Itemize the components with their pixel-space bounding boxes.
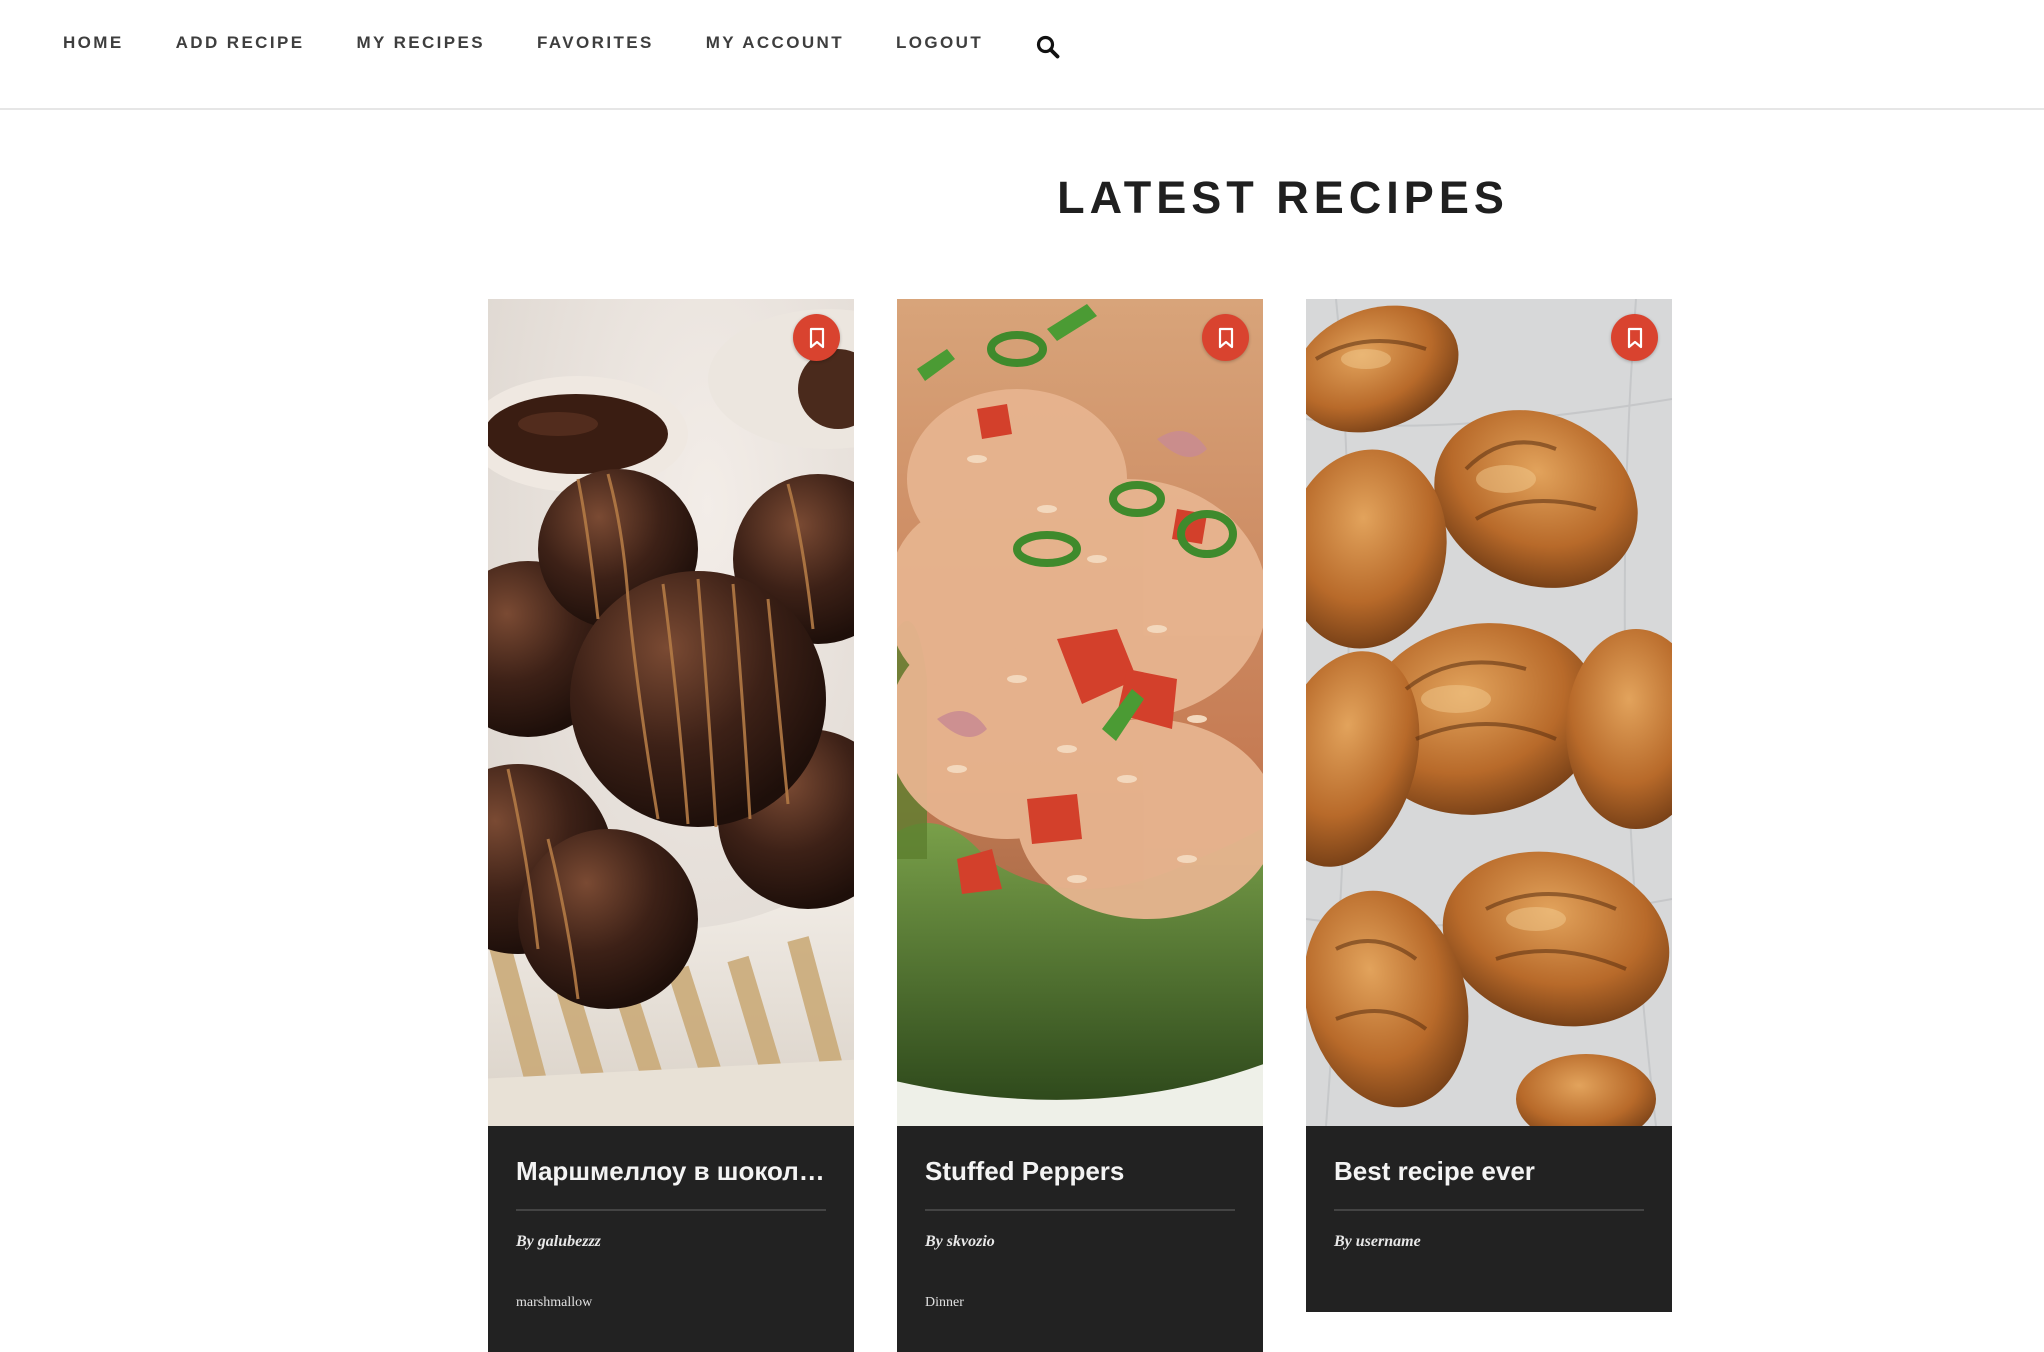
bookmark-button[interactable]: [1611, 314, 1658, 361]
nav-item-favorites[interactable]: FAVORITES: [537, 33, 654, 53]
bookmark-button[interactable]: [1202, 314, 1249, 361]
recipe-author: By skvozio: [925, 1233, 995, 1250]
nav-item-logout[interactable]: LOGOUT: [896, 33, 983, 53]
bookmark-icon: [1218, 327, 1233, 348]
recipe-card-body: Stuffed Peppers By skvozio Dinner: [897, 1126, 1263, 1312]
page-title: LATEST RECIPES: [1057, 172, 1509, 223]
recipe-card[interactable]: Best recipe ever By username: [1306, 299, 1672, 1312]
recipe-title[interactable]: Best recipe ever: [1334, 1126, 1644, 1211]
nav-item-my-recipes[interactable]: MY RECIPES: [356, 33, 485, 53]
recipe-card-body: Best recipe ever By username: [1306, 1126, 1672, 1253]
recipe-card-body: Маршмеллоу в шокола... By galubezzz mars…: [488, 1126, 854, 1312]
main-menu: HOME ADD RECIPE MY RECIPES FAVORITES MY …: [63, 31, 1061, 59]
nav-item-home[interactable]: HOME: [63, 33, 124, 53]
stuffed-peppers-photo[interactable]: [897, 299, 1263, 1126]
bookmark-button[interactable]: [793, 314, 840, 361]
recipe-card[interactable]: Маршмеллоу в шокола... By galubezzz mars…: [488, 299, 854, 1352]
search-icon[interactable]: [1035, 34, 1061, 60]
nav-item-my-account[interactable]: MY ACCOUNT: [706, 33, 844, 53]
recipe-tag[interactable]: Dinner: [925, 1294, 1235, 1312]
recipe-title[interactable]: Маршмеллоу в шокола...: [516, 1126, 826, 1211]
recipe-title[interactable]: Stuffed Peppers: [925, 1126, 1235, 1211]
top-navigation-bar: HOME ADD RECIPE MY RECIPES FAVORITES MY …: [0, 0, 2044, 110]
croissants-photo[interactable]: [1306, 299, 1672, 1126]
nav-item-add-recipe[interactable]: ADD RECIPE: [176, 33, 305, 53]
recipe-author: By galubezzz: [516, 1233, 601, 1250]
bookmark-icon: [1627, 327, 1642, 348]
recipe-author: By username: [1334, 1233, 1421, 1250]
bookmark-icon: [809, 327, 824, 348]
chocolate-marshmallow-photo[interactable]: [488, 299, 854, 1126]
recipe-card[interactable]: Stuffed Peppers By skvozio Dinner: [897, 299, 1263, 1352]
recipe-tag[interactable]: marshmallow: [516, 1294, 826, 1312]
